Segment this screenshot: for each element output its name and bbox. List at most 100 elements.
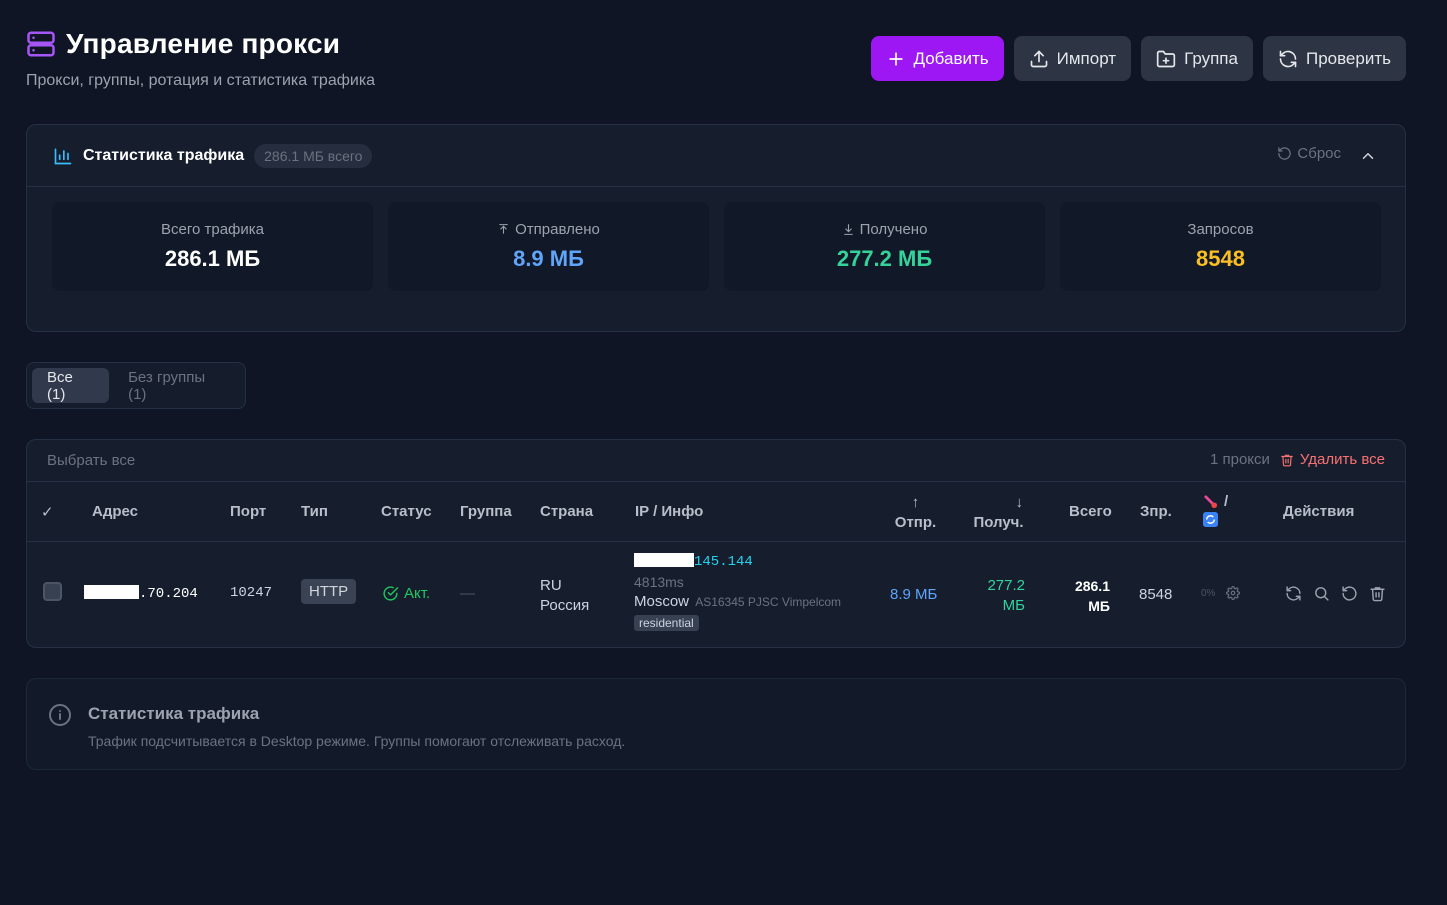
column-actions: Действия <box>1283 503 1355 520</box>
city: Moscow <box>634 593 690 610</box>
rotate-badge-icon <box>1203 512 1218 527</box>
ip-info: 145.144 4813ms Moscow AS16345 PJSC Vimpe… <box>634 552 841 633</box>
column-sent[interactable]: ↑ Отпр. <box>893 493 938 533</box>
stat-value: 8548 <box>1196 246 1245 271</box>
reset-proxy-stats-button[interactable] <box>1341 585 1358 602</box>
redacted-block <box>84 585 139 599</box>
delete-proxy-button[interactable] <box>1369 585 1386 602</box>
rotation-percent: 0% <box>1201 588 1216 599</box>
proxy-port: 10247 <box>230 585 273 601</box>
column-country[interactable]: Страна <box>540 503 593 520</box>
arrow-down-icon: ↓ <box>1015 494 1024 511</box>
inspect-proxy-button[interactable] <box>1313 585 1330 602</box>
info-icon <box>49 704 71 726</box>
column-received-label: Получ. <box>973 514 1024 531</box>
ip-type-tag: residential <box>634 615 699 631</box>
traffic-stats-header[interactable]: Статистика трафика 286.1 МБ всего Сброс <box>27 125 1405 187</box>
received-value: 277.2 <box>987 577 1025 594</box>
proxy-table-card: Выбрать все 1 прокси Удалить все ✓ Адрес… <box>26 439 1406 648</box>
reset-stats-button[interactable]: Сброс <box>1277 145 1341 162</box>
column-port[interactable]: Порт <box>230 503 266 520</box>
check-proxies-label: Проверить <box>1305 48 1391 68</box>
country-code: RU <box>540 577 562 594</box>
sent-traffic: 8.9 МБ <box>890 586 938 603</box>
rotate-ccw-icon <box>1342 586 1357 601</box>
latency: 4813ms <box>634 574 684 590</box>
stat-label: Отправлено <box>515 221 600 238</box>
delete-all-button[interactable]: Удалить все <box>1280 451 1385 468</box>
add-proxy-label: Добавить <box>913 48 989 68</box>
reset-stats-label: Сброс <box>1297 145 1341 162</box>
request-count: 8548 <box>1139 586 1173 603</box>
asn: AS16345 PJSC Vimpelcom <box>695 595 842 609</box>
rotate-ccw-icon <box>1278 147 1292 160</box>
stat-label-row: Отправлено <box>497 221 600 238</box>
traffic-stat-boxes: Всего трафика 286.1 МБ Отправлено 8.9 МБ… <box>52 202 1381 291</box>
add-group-label: Группа <box>1184 48 1238 68</box>
proxy-address[interactable]: .70.204 <box>84 585 198 602</box>
stat-value: 277.2 МБ <box>836 246 933 271</box>
column-select: ✓ <box>41 504 54 521</box>
column-status[interactable]: Статус <box>381 503 432 520</box>
traffic-stats-title: Статистика трафика <box>83 146 245 164</box>
table-toolbar: Выбрать все 1 прокси Удалить все <box>27 440 1405 482</box>
stat-received: Получено 277.2 МБ <box>724 202 1045 291</box>
page-header: Управление прокси Прокси, группы, ротаци… <box>26 28 1406 98</box>
column-address[interactable]: Адрес <box>92 503 138 520</box>
stat-total-traffic: Всего трафика 286.1 МБ <box>52 202 373 291</box>
stat-sent: Отправлено 8.9 МБ <box>388 202 709 291</box>
check-proxies-button[interactable]: Проверить <box>1262 36 1406 81</box>
stat-label: Всего трафика <box>160 221 264 238</box>
tab-ungrouped[interactable]: Без группы (1) <box>113 368 240 403</box>
import-label: Импорт <box>1056 48 1117 68</box>
column-total[interactable]: Всего <box>1069 503 1112 520</box>
plus-icon <box>888 51 903 66</box>
exit-ip[interactable]: 145.144 <box>634 552 841 572</box>
folder-plus-icon <box>1156 50 1176 67</box>
status-text: Акт. <box>404 585 431 602</box>
received-unit: МБ <box>1002 597 1025 614</box>
proxy-country: RU Россия <box>540 576 589 616</box>
add-group-button[interactable]: Группа <box>1141 36 1253 81</box>
stat-requests: Запросов 8548 <box>1060 202 1381 291</box>
column-type[interactable]: Тип <box>301 503 328 520</box>
row-checkbox[interactable] <box>43 582 62 601</box>
refresh-icon <box>1279 50 1297 67</box>
received-traffic: 277.2 МБ <box>977 576 1025 616</box>
bar-chart-icon <box>54 148 72 164</box>
column-group[interactable]: Группа <box>460 503 512 520</box>
check-circle-icon <box>383 586 399 601</box>
proxy-group: — <box>460 585 475 602</box>
rotation-settings[interactable] <box>1226 586 1240 604</box>
add-proxy-button[interactable]: Добавить <box>870 36 1004 81</box>
column-received[interactable]: ↓ Получ. <box>971 493 1026 533</box>
tab-all[interactable]: Все (1) <box>32 368 110 403</box>
upload-icon <box>1030 50 1047 67</box>
column-rotation: / <box>1203 493 1243 531</box>
thermometer-icon <box>1204 495 1218 509</box>
gear-icon <box>1226 586 1240 600</box>
column-requests[interactable]: Зпр. <box>1140 503 1172 520</box>
header-actions: Добавить Импорт Группа Проверить <box>870 36 1406 81</box>
select-all-link[interactable]: Выбрать все <box>47 452 135 469</box>
arrow-up-icon: ↑ <box>911 494 920 511</box>
import-button[interactable]: Импорт <box>1013 36 1132 81</box>
delete-all-label: Удалить все <box>1299 451 1385 468</box>
info-note: Статистика трафика Трафик подсчитывается… <box>26 678 1406 770</box>
table-row: .70.204 10247 HTTP Акт. — RU Россия 145.… <box>27 542 1405 647</box>
type-badge: HTTP <box>301 579 357 604</box>
collapse-stats-button[interactable] <box>1359 147 1377 165</box>
download-icon <box>843 224 853 235</box>
trash-icon <box>1370 587 1385 602</box>
refresh-icon <box>1286 586 1301 601</box>
total-traffic-badge: 286.1 МБ всего <box>254 143 373 168</box>
rotation-separator: / <box>1224 493 1229 510</box>
table-toolbar-right: 1 прокси Удалить все <box>1210 451 1385 468</box>
total-unit: МБ <box>1088 598 1110 614</box>
recheck-proxy-button[interactable] <box>1285 585 1302 602</box>
proxy-count: 1 прокси <box>1209 451 1270 468</box>
exit-ip-suffix: 145.144 <box>694 554 753 570</box>
stat-label: Получено <box>859 221 928 238</box>
stat-value: 8.9 МБ <box>513 246 584 271</box>
proxy-type: HTTP <box>301 579 357 604</box>
